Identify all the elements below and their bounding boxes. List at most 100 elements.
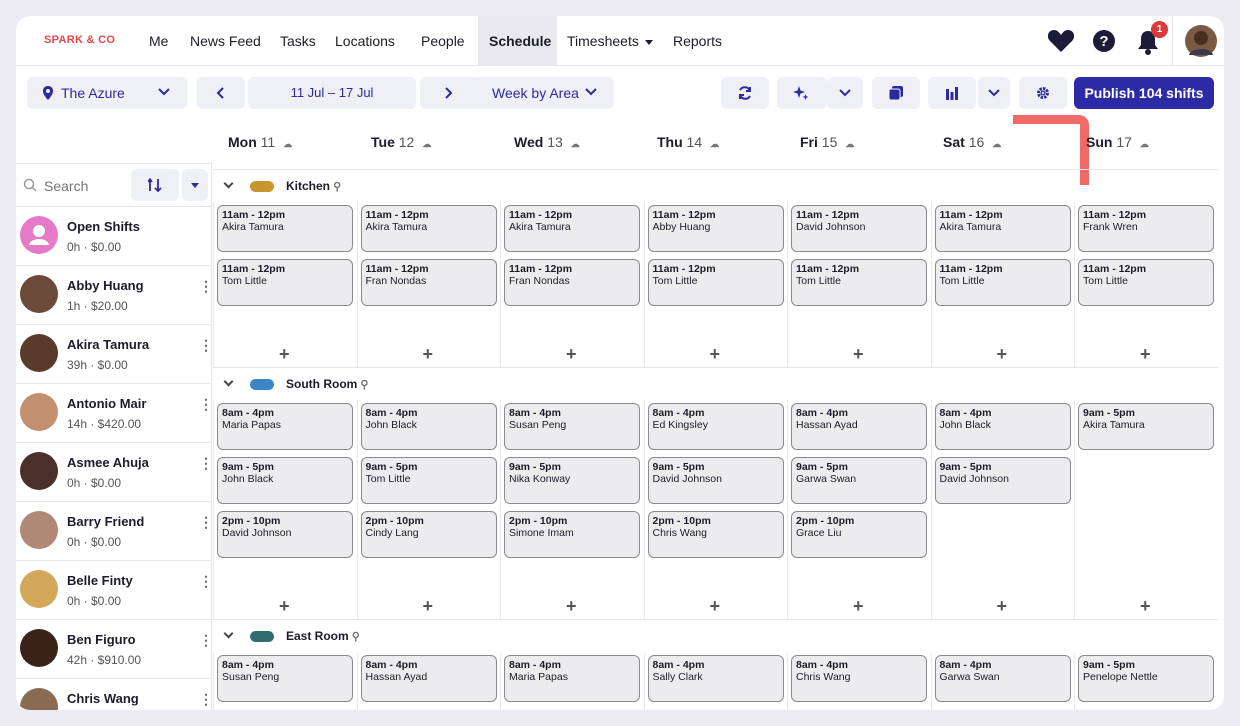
shift-card[interactable]: 8am - 4pm Hassan Ayad (791, 403, 927, 450)
chevron-down-icon[interactable] (223, 178, 234, 189)
shift-card[interactable]: 9am - 5pm Akira Tamura (1078, 403, 1214, 450)
auto-schedule-menu[interactable] (827, 77, 863, 109)
shift-card[interactable]: 2pm - 10pm David Johnson (217, 511, 353, 558)
sort-button[interactable] (131, 169, 179, 201)
shift-card[interactable]: 11am - 12pm Tom Little (647, 259, 784, 306)
heart-icon[interactable] (1047, 29, 1075, 53)
prev-week-button[interactable] (197, 77, 245, 109)
shift-card[interactable]: 8am - 4pm Susan Peng (217, 655, 353, 702)
shift-card[interactable]: 11am - 12pm Fran Nondas (360, 259, 497, 306)
settings-button[interactable] (1019, 77, 1067, 109)
user-avatar[interactable] (1185, 25, 1217, 57)
templates-button[interactable] (872, 77, 920, 109)
more-options-icon[interactable]: ⋮ (199, 514, 213, 531)
shift-card[interactable]: 11am - 12pm David Johnson (791, 205, 927, 252)
shift-card[interactable]: 8am - 4pm Sally Clark (647, 655, 784, 702)
location-select[interactable]: The Azure (27, 77, 187, 109)
more-options-icon[interactable]: ⋮ (199, 691, 213, 708)
shift-card[interactable]: 2pm - 10pm Chris Wang (647, 511, 784, 558)
shift-card[interactable]: 9am - 5pm Nika Konway (504, 457, 640, 504)
date-range[interactable]: 11 Jul – 17 Jul (248, 77, 416, 109)
shift-card[interactable]: 11am - 12pm Akira Tamura (360, 205, 497, 252)
staff-row[interactable]: Abby Huang 1h · $20.00 ⋮ (16, 266, 213, 325)
help-icon[interactable]: ? (1092, 29, 1116, 53)
nav-me[interactable]: Me (138, 16, 179, 66)
refresh-button[interactable] (721, 77, 769, 109)
shift-card[interactable]: 8am - 4pm John Black (360, 403, 497, 450)
add-shift-button[interactable]: + (423, 344, 434, 365)
add-shift-button[interactable]: + (279, 596, 290, 617)
shift-card[interactable]: 8am - 4pm Chris Wang (791, 655, 927, 702)
staff-row[interactable]: Belle Finty 0h · $0.00 ⋮ (16, 561, 213, 620)
add-shift-button[interactable]: + (997, 344, 1008, 365)
add-shift-button[interactable]: + (997, 596, 1008, 617)
area-header[interactable]: South Room ⚲ (223, 368, 368, 400)
add-shift-button[interactable]: + (710, 344, 721, 365)
next-week-button[interactable] (420, 77, 482, 109)
stats-menu[interactable] (978, 77, 1010, 109)
sort-menu[interactable] (182, 169, 208, 201)
shift-card[interactable]: 8am - 4pm Garwa Swan (934, 655, 1071, 702)
view-select[interactable]: Week by Area (476, 77, 614, 109)
nav-locations[interactable]: Locations (324, 16, 406, 66)
shift-card[interactable]: 11am - 12pm Fran Nondas (504, 259, 640, 306)
nav-people[interactable]: People (410, 16, 476, 66)
shift-card[interactable]: 11am - 12pm Akira Tamura (934, 205, 1071, 252)
area-header[interactable]: East Room ⚲ (223, 620, 360, 652)
more-options-icon[interactable]: ⋮ (199, 396, 213, 413)
shift-card[interactable]: 11am - 12pm Tom Little (934, 259, 1071, 306)
more-options-icon[interactable]: ⋮ (199, 573, 213, 590)
auto-schedule-button[interactable] (777, 77, 827, 109)
shift-card[interactable]: 11am - 12pm Tom Little (1078, 259, 1214, 306)
more-options-icon[interactable]: ⋮ (199, 337, 213, 354)
nav-tasks[interactable]: Tasks (269, 16, 327, 66)
nav-reports[interactable]: Reports (662, 16, 733, 66)
staff-row[interactable]: Akira Tamura 39h · $0.00 ⋮ (16, 325, 213, 384)
stats-button[interactable] (928, 77, 976, 109)
shift-card[interactable]: 8am - 4pm Hassan Ayad (360, 655, 497, 702)
shift-card[interactable]: 2pm - 10pm Grace Liu (791, 511, 927, 558)
add-shift-button[interactable]: + (853, 596, 864, 617)
open-shifts-row[interactable]: Open Shifts 0h · $0.00 (16, 207, 212, 266)
shift-card[interactable]: 9am - 5pm John Black (217, 457, 353, 504)
add-shift-button[interactable]: + (1140, 596, 1151, 617)
publish-button[interactable]: Publish 104 shifts (1074, 77, 1214, 109)
more-options-icon[interactable]: ⋮ (199, 278, 213, 295)
staff-row[interactable]: Barry Friend 0h · $0.00 ⋮ (16, 502, 213, 561)
nav-news-feed[interactable]: News Feed (179, 16, 272, 66)
shift-card[interactable]: 11am - 12pm Frank Wren (1078, 205, 1214, 252)
shift-card[interactable]: 8am - 4pm Maria Papas (504, 655, 640, 702)
chevron-down-icon[interactable] (223, 628, 234, 639)
shift-card[interactable]: 11am - 12pm Tom Little (791, 259, 927, 306)
shift-card[interactable]: 11am - 12pm Akira Tamura (504, 205, 640, 252)
search-input[interactable] (44, 174, 124, 198)
add-shift-button[interactable]: + (566, 344, 577, 365)
shift-card[interactable]: 2pm - 10pm Simone Imam (504, 511, 640, 558)
add-shift-button[interactable]: + (1140, 344, 1151, 365)
shift-card[interactable]: 11am - 12pm Akira Tamura (217, 205, 353, 252)
add-shift-button[interactable]: + (279, 344, 290, 365)
add-shift-button[interactable]: + (853, 344, 864, 365)
nav-timesheets[interactable]: Timesheets (556, 16, 664, 66)
shift-card[interactable]: 9am - 5pm Penelope Nettle (1078, 655, 1214, 702)
chevron-down-icon[interactable] (223, 376, 234, 387)
staff-row[interactable]: Asmee Ahuja 0h · $0.00 ⋮ (16, 443, 213, 502)
shift-card[interactable]: 11am - 12pm Abby Huang (647, 205, 784, 252)
shift-card[interactable]: 9am - 5pm David Johnson (647, 457, 784, 504)
shift-card[interactable]: 11am - 12pm Tom Little (217, 259, 353, 306)
more-options-icon[interactable]: ⋮ (199, 455, 213, 472)
more-options-icon[interactable]: ⋮ (199, 632, 213, 649)
add-shift-button[interactable]: + (423, 596, 434, 617)
staff-row[interactable]: Chris Wang ⋮ (16, 679, 213, 710)
shift-card[interactable]: 8am - 4pm Susan Peng (504, 403, 640, 450)
shift-card[interactable]: 8am - 4pm John Black (934, 403, 1071, 450)
nav-schedule[interactable]: Schedule (478, 16, 557, 66)
shift-card[interactable]: 8am - 4pm Ed Kingsley (647, 403, 784, 450)
brand-logo[interactable]: SPARK & CO (44, 34, 115, 46)
shift-card[interactable]: 9am - 5pm Tom Little (360, 457, 497, 504)
shift-card[interactable]: 9am - 5pm Garwa Swan (791, 457, 927, 504)
add-shift-button[interactable]: + (566, 596, 577, 617)
staff-row[interactable]: Ben Figuro 42h · $910.00 ⋮ (16, 620, 213, 679)
shift-card[interactable]: 8am - 4pm Maria Papas (217, 403, 353, 450)
add-shift-button[interactable]: + (710, 596, 721, 617)
